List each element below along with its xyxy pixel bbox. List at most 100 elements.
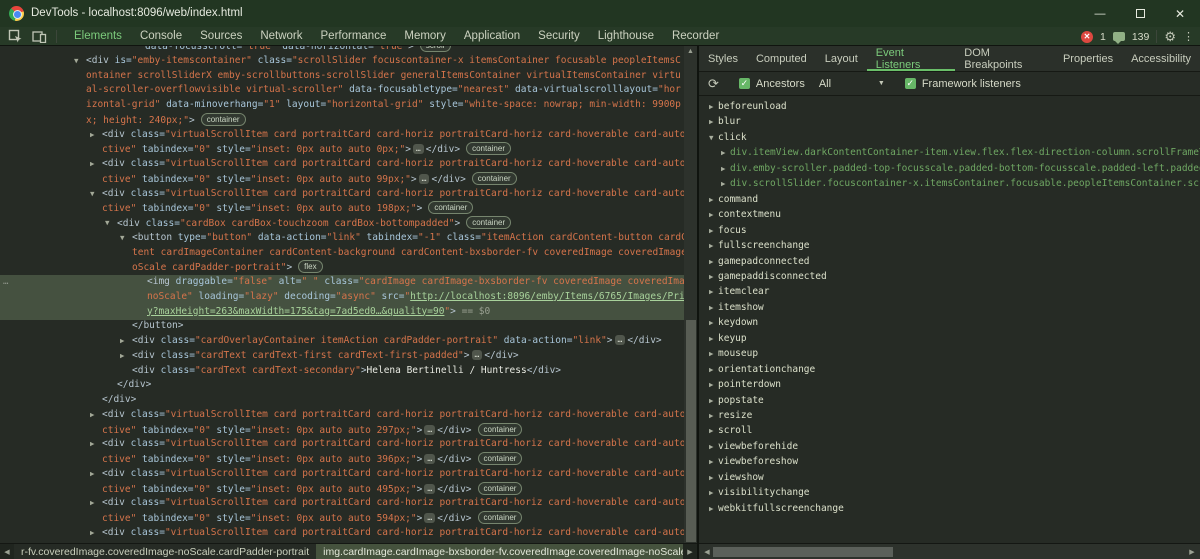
event-listener-resize[interactable]: ▶resize (699, 408, 1200, 423)
expanded-arrow-icon[interactable]: ▼ (120, 231, 125, 246)
expand-inline-icon[interactable]: … (615, 335, 626, 345)
expanded-arrow-icon[interactable]: ▼ (709, 130, 714, 145)
more-options-icon[interactable]: ⋮ (1183, 30, 1194, 43)
handler-element-link[interactable]: div.scrollSlider.focuscontainer-x.itemsC… (730, 176, 1200, 191)
collapsed-arrow-icon[interactable]: ▶ (709, 315, 714, 330)
dom-tree-node[interactable]: ctive" tabindex="0" style="inset: 0px au… (0, 511, 684, 526)
dom-tree-node[interactable]: ctive" tabindex="0" style="inset: 0px au… (0, 482, 684, 497)
tab-recorder[interactable]: Recorder (663, 27, 728, 45)
dom-tree-node[interactable]: ▶<div class="virtualScrollItem card port… (0, 408, 684, 423)
event-listener-command[interactable]: ▶command (699, 192, 1200, 207)
badge-container[interactable]: container (472, 172, 517, 185)
sidebar-horizontal-scrollbar[interactable]: ◀ ▶ (699, 543, 1200, 559)
breadcrumb-item[interactable]: r-fv.coveredImage.coveredImage-noScale.c… (14, 544, 316, 559)
node-menu-icon[interactable]: … (3, 275, 8, 290)
tab-application[interactable]: Application (455, 27, 529, 45)
scrollbar-thumb[interactable] (686, 320, 696, 542)
collapsed-arrow-icon[interactable]: ▶ (709, 485, 714, 500)
dom-tree-node[interactable]: ▶<div class="virtualScrollItem card port… (0, 526, 684, 541)
dom-tree-node[interactable]: ctive" tabindex="0" style="inset: 0px au… (0, 423, 684, 438)
collapsed-arrow-icon[interactable]: ▶ (709, 99, 714, 114)
collapsed-arrow-icon[interactable]: ▶ (120, 334, 125, 349)
dom-tree-node[interactable]: tent cardImageContainer cardContent-back… (0, 246, 684, 261)
sidebar-tab-dom-breakpoints[interactable]: DOM Breakpoints (955, 46, 1054, 71)
event-handler-node[interactable]: ▶ div.itemView.darkContentContainer-item.… (699, 145, 1200, 160)
event-listener-popstate[interactable]: ▶popstate (699, 393, 1200, 408)
tab-security[interactable]: Security (529, 27, 589, 45)
collapsed-arrow-icon[interactable]: ▶ (709, 269, 714, 284)
collapsed-arrow-icon[interactable]: ▶ (709, 114, 714, 129)
expand-inline-icon[interactable]: … (413, 144, 424, 154)
collapsed-arrow-icon[interactable]: ▶ (709, 454, 714, 469)
event-listener-fullscreenchange[interactable]: ▶fullscreenchange (699, 238, 1200, 253)
dom-tree-node[interactable]: ▶<div class="virtualScrollItem card port… (0, 157, 684, 172)
collapsed-arrow-icon[interactable]: ▶ (120, 349, 125, 364)
event-listener-viewbeforeshow[interactable]: ▶viewbeforeshow (699, 454, 1200, 469)
collapsed-arrow-icon[interactable]: ▶ (709, 207, 714, 222)
dom-tree-node[interactable]: </div> (0, 393, 684, 408)
collapsed-arrow-icon[interactable]: ▶ (709, 501, 714, 516)
dom-tree-node[interactable]: ▶<div class="virtualScrollItem card port… (0, 467, 684, 482)
dom-tree-node[interactable]: ▶<div class="virtualScrollItem card port… (0, 496, 684, 511)
event-listener-blur[interactable]: ▶blur (699, 114, 1200, 129)
event-handler-node[interactable]: ▶ div.emby-scroller.padded-top-focusscale… (699, 161, 1200, 176)
collapsed-arrow-icon[interactable]: ▶ (709, 300, 714, 315)
collapsed-arrow-icon[interactable]: ▶ (90, 408, 95, 423)
framework-listeners-checkbox[interactable]: ✓ (905, 78, 916, 89)
dom-tree-node[interactable]: ▼<div is="emby-itemscontainer" class="sc… (0, 54, 684, 69)
elements-vertical-scrollbar[interactable]: ▲ (684, 46, 697, 543)
dom-tree-node[interactable]: ▶<div class="cardOverlayContainer itemAc… (0, 334, 684, 349)
dom-tree-node[interactable]: </div> (0, 378, 684, 393)
breadcrumb-item[interactable]: img.cardImage.cardImage-bxsborder-fv.cov… (316, 544, 693, 559)
collapsed-arrow-icon[interactable]: ▶ (709, 377, 714, 392)
tab-console[interactable]: Console (131, 27, 191, 45)
expanded-arrow-icon[interactable]: ▼ (90, 187, 95, 202)
event-listener-keyup[interactable]: ▶keyup (699, 331, 1200, 346)
collapsed-arrow-icon[interactable]: ▶ (90, 128, 95, 143)
event-listener-gamepaddisconnected[interactable]: ▶gamepaddisconnected (699, 269, 1200, 284)
event-listener-mouseup[interactable]: ▶mouseup (699, 346, 1200, 361)
event-listener-focus[interactable]: ▶focus (699, 223, 1200, 238)
handler-element-link[interactable]: div.emby-scroller.padded-top-focusscale.… (730, 161, 1200, 176)
event-handler-node[interactable]: ▶div.scrollSlider.focuscontainer-x.items… (699, 176, 1200, 191)
event-listener-viewbeforehide[interactable]: ▶viewbeforehide (699, 439, 1200, 454)
collapsed-arrow-icon[interactable]: ▶ (709, 254, 714, 269)
collapsed-arrow-icon[interactable]: ▶ (721, 145, 726, 160)
event-listener-itemshow[interactable]: ▶itemshow (699, 300, 1200, 315)
expand-inline-icon[interactable]: … (424, 484, 435, 494)
breadcrumb-back-icon[interactable]: ◀ (0, 544, 14, 559)
collapsed-arrow-icon[interactable]: ▶ (90, 496, 95, 511)
dom-tree-node[interactable]: ▼<div class="cardBox cardBox-touchzoom c… (0, 216, 684, 231)
expand-inline-icon[interactable]: … (419, 174, 430, 184)
event-listener-beforeunload[interactable]: ▶beforeunload (699, 99, 1200, 114)
event-listener-pointerdown[interactable]: ▶pointerdown (699, 377, 1200, 392)
tab-network[interactable]: Network (251, 27, 311, 45)
event-listener-webkitfullscreenchange[interactable]: ▶webkitfullscreenchange (699, 501, 1200, 516)
tab-elements[interactable]: Elements (65, 27, 131, 45)
collapsed-arrow-icon[interactable]: ▶ (90, 157, 95, 172)
event-listener-gamepadconnected[interactable]: ▶gamepadconnected (699, 254, 1200, 269)
tab-lighthouse[interactable]: Lighthouse (589, 27, 663, 45)
handler-element-link[interactable]: div.itemView.darkContentContainer-item.v… (730, 145, 1200, 160)
collapsed-arrow-icon[interactable]: ▶ (709, 284, 714, 299)
badge-container[interactable]: container (201, 113, 246, 126)
attribute-link[interactable]: http://localhost:8096/emby/Items/6765/Im… (410, 291, 684, 302)
dom-tree-node[interactable]: izontal-grid" data-minoverhang="1" layou… (0, 98, 684, 113)
close-button[interactable]: ✕ (1160, 0, 1200, 27)
sidebar-tab-layout[interactable]: Layout (816, 46, 867, 71)
badge-container[interactable]: container (428, 201, 473, 214)
dom-tree-node[interactable]: ▼<div class="virtualScrollItem card port… (0, 187, 684, 202)
event-listener-click[interactable]: ▼click (699, 130, 1200, 145)
scroll-left-icon[interactable]: ◀ (701, 544, 713, 559)
dom-tree-node[interactable]: noScale" loading="lazy" decoding="async"… (0, 290, 684, 305)
settings-gear-icon[interactable]: ⚙ (1164, 29, 1176, 45)
ancestors-checkbox[interactable]: ✓ (739, 78, 750, 89)
dom-tree-node[interactable]: x; height: 240px;">container (0, 113, 684, 128)
tab-performance[interactable]: Performance (312, 27, 396, 45)
collapsed-arrow-icon[interactable]: ▶ (721, 161, 726, 176)
tab-memory[interactable]: Memory (395, 27, 455, 45)
scroll-right-icon[interactable]: ▶ (1186, 544, 1198, 559)
event-listener-contextmenu[interactable]: ▶contextmenu (699, 207, 1200, 222)
tab-sources[interactable]: Sources (191, 27, 251, 45)
collapsed-arrow-icon[interactable]: ▶ (709, 362, 714, 377)
